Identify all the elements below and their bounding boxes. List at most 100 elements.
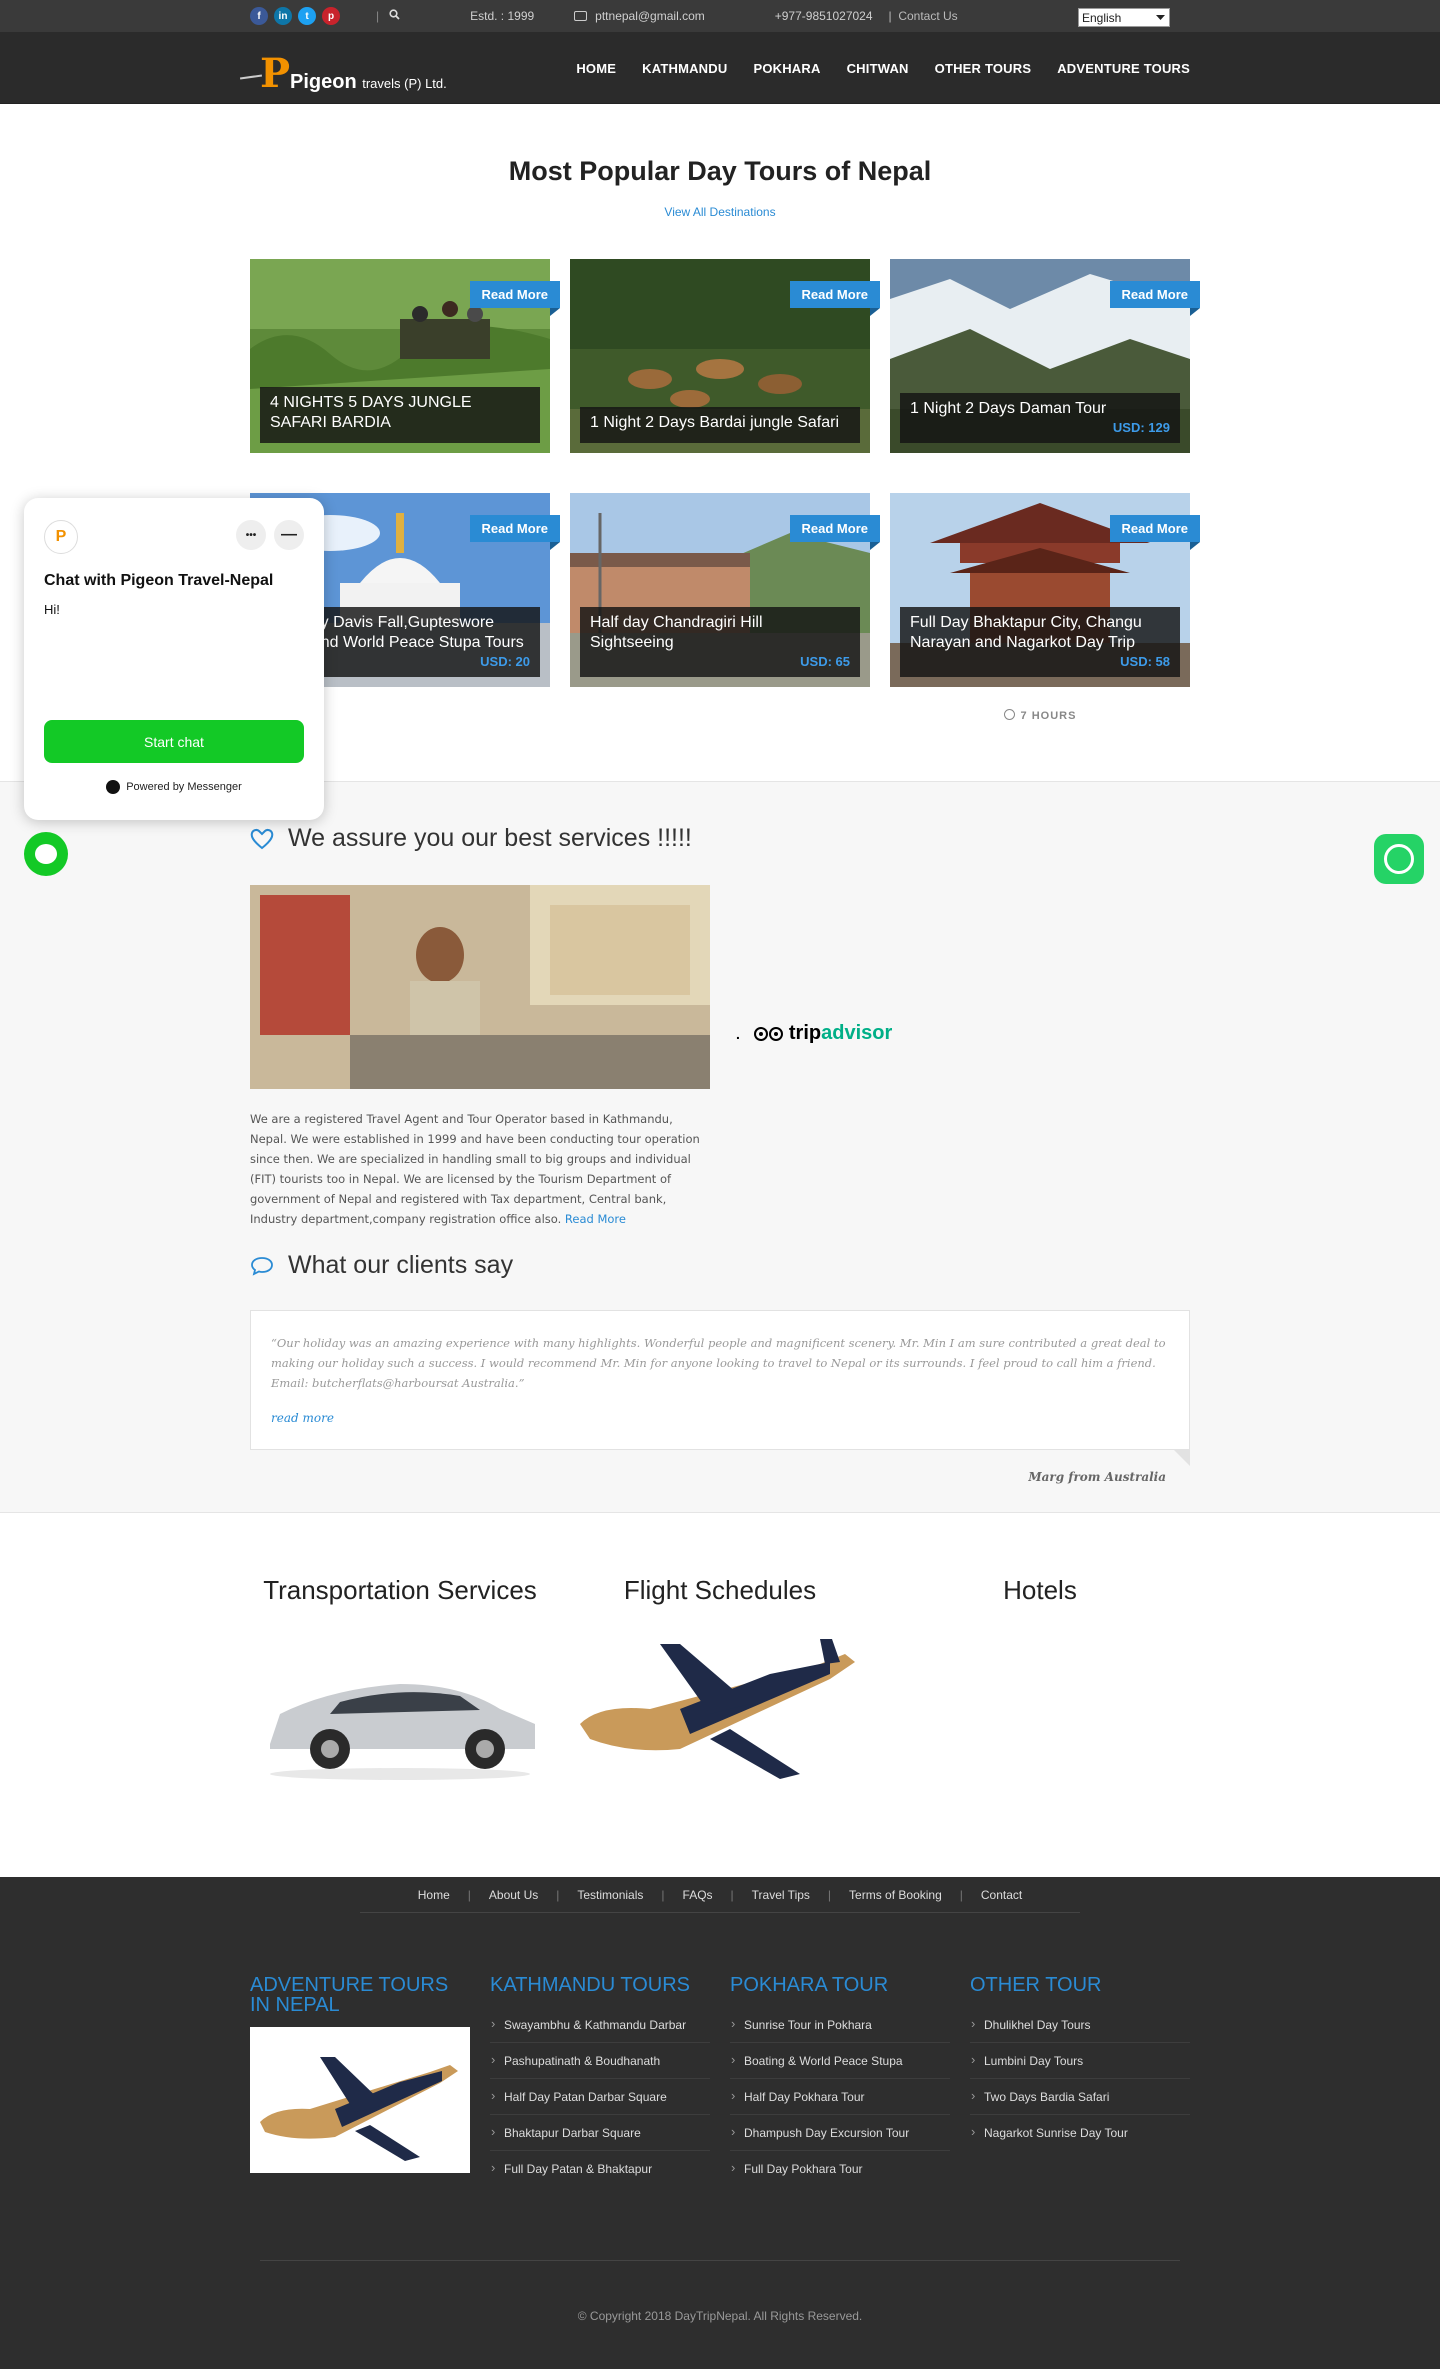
footer-link-travel-tips[interactable]: Travel Tips (734, 1888, 828, 1902)
nav-chitwan[interactable]: CHITWAN (847, 61, 909, 76)
chat-minimize-button[interactable]: — (274, 520, 304, 550)
footer-link-testimonials[interactable]: Testimonials (559, 1888, 661, 1902)
chat-avatar: P (44, 520, 78, 554)
footer-bottom-divider (260, 2260, 1180, 2261)
tripadvisor-logo[interactable]: . tripadvisor (736, 838, 892, 1229)
about-text: We are a registered Travel Agent and Tou… (250, 1112, 700, 1226)
tour-card[interactable]: Read More Full Day Bhaktapur City, Chang… (890, 493, 1201, 687)
read-more-button[interactable]: Read More (1109, 515, 1201, 550)
footer-list-item[interactable]: Lumbini Day Tours (970, 2043, 1190, 2079)
tour-caption: 1 Night 2 Days Bardai jungle Safari (580, 407, 860, 443)
social-links: f in t p (250, 7, 340, 25)
footer-list-item[interactable]: Full Day Patan & Bhaktapur (490, 2151, 710, 2186)
service-transportation[interactable]: Transportation Services (250, 1575, 550, 1784)
footer-link-terms[interactable]: Terms of Booking (831, 1888, 960, 1902)
chat-title: Chat with Pigeon Travel-Nepal (44, 572, 274, 589)
footer-links: Home | About Us | Testimonials | FAQs | Trav… (0, 1877, 1440, 1902)
footer-col-kathmandu: KATHMANDU TOURS Swayambhu & Kathmandu Da… (490, 1975, 710, 2186)
tour-card[interactable]: Read More 1 Night 2 Days Bardai jungle S… (570, 259, 881, 453)
footer-list-item[interactable]: Two Days Bardia Safari (970, 2079, 1190, 2115)
testimonial-author: Marg from Australia (1028, 1470, 1166, 1484)
car-image (250, 1634, 550, 1784)
footer-divider (360, 1912, 1080, 1913)
language-select[interactable]: English (1078, 8, 1170, 27)
chevron-down-icon (1156, 14, 1165, 20)
footer-list-item[interactable]: Half Day Patan Darbar Square (490, 2079, 710, 2115)
facebook-icon[interactable]: f (250, 7, 268, 25)
start-chat-button[interactable]: Start chat (44, 720, 304, 763)
testimonial-read-more-link[interactable]: read more (271, 1411, 1169, 1425)
tour-duration: 7 HOURS (890, 709, 1190, 727)
footer-col-other: OTHER TOUR Dhulikhel Day Tours Lumbini D… (970, 1975, 1190, 2186)
footer-col-title: OTHER TOUR (970, 1974, 1102, 1996)
read-more-button[interactable]: Read More (789, 281, 881, 316)
top-separator: | (376, 9, 380, 23)
established-text: Estd. : 1999 (470, 9, 535, 23)
twitter-icon[interactable]: t (298, 7, 316, 25)
messenger-fab-button[interactable] (24, 832, 68, 876)
messenger-bubble-icon (35, 844, 57, 864)
service-title: Hotels (1003, 1575, 1077, 1605)
footer-list-item[interactable]: Sunrise Tour in Pokhara (730, 2007, 950, 2043)
nav-kathmandu[interactable]: KATHMANDU (642, 61, 727, 76)
whatsapp-icon (1384, 844, 1414, 874)
footer-list-item[interactable]: Nagarkot Sunrise Day Tour (970, 2115, 1190, 2150)
footer-list-item[interactable]: Bhaktapur Darbar Square (490, 2115, 710, 2151)
tour-caption: 1 Night 2 Days Daman Tour USD: 129 (900, 393, 1180, 443)
view-all-destinations-link[interactable]: View All Destinations (0, 205, 1440, 219)
read-more-button[interactable]: Read More (469, 515, 561, 550)
footer-list-item[interactable]: Half Day Pokhara Tour (730, 2079, 950, 2115)
whatsapp-button[interactable] (1374, 834, 1424, 884)
tour-card[interactable]: Read More Half day Chandragiri Hill Sigh… (570, 493, 881, 687)
copyright-text: © Copyright 2018 DayTripNepal. All Right… (577, 2309, 863, 2323)
nav-pokhara[interactable]: POKHARA (753, 61, 820, 76)
tripadvisor-owl-icon (753, 1026, 783, 1041)
read-more-button[interactable]: Read More (789, 515, 881, 550)
read-more-button[interactable]: Read More (1109, 281, 1201, 316)
footer-list-item[interactable]: Swayambhu & Kathmandu Darbar (490, 2007, 710, 2043)
service-hotels[interactable]: Hotels (890, 1575, 1190, 1784)
footer-col-pokhara: POKHARA TOUR Sunrise Tour in Pokhara Boa… (730, 1975, 950, 2186)
logo[interactable]: P Pigeon travels (P) Ltd. (239, 38, 460, 98)
search-icon[interactable] (389, 9, 400, 23)
footer-airplane-image[interactable] (250, 2027, 470, 2173)
services-row: Transportation Services Flight Schedules… (250, 1575, 1190, 1784)
tour-card[interactable]: Read More 1 Night 2 Days Daman Tour USD: … (890, 259, 1201, 453)
pinterest-icon[interactable]: p (322, 7, 340, 25)
testimonial-box: “Our holiday was an amazing experience w… (250, 1310, 1190, 1466)
language-value: English (1082, 10, 1122, 25)
footer-list-item[interactable]: Dhampush Day Excursion Tour (730, 2115, 950, 2151)
tour-card[interactable]: Read More 4 NIGHTS 5 DAYS JUNGLE SAFARI … (250, 259, 561, 453)
main-nav: HOME KATHMANDU POKHARA CHITWAN OTHER TOU… (576, 61, 1190, 76)
nav-other-tours[interactable]: OTHER TOURS (935, 61, 1032, 76)
chat-more-button[interactable]: ••• (236, 520, 266, 550)
email-link[interactable]: pttnepal@gmail.com (574, 9, 705, 23)
pigeon-logo-icon: P (239, 50, 292, 98)
read-more-button[interactable]: Read More (469, 281, 561, 316)
office-photo (250, 885, 710, 1089)
tour-caption: 4 NIGHTS 5 DAYS JUNGLE SAFARI BARDIA (260, 387, 540, 443)
footer-link-home[interactable]: Home (400, 1888, 468, 1902)
footer-col-adventure: ADVENTURE TOURS IN NEPAL (250, 1975, 470, 2186)
nav-home[interactable]: HOME (576, 61, 616, 76)
about-read-more-link[interactable]: Read More (565, 1212, 626, 1226)
contact-link[interactable]: | Contact Us (889, 9, 958, 23)
footer-link-contact[interactable]: Contact (963, 1888, 1040, 1902)
site-footer: Home | About Us | Testimonials | FAQs | Trav… (0, 1877, 1440, 2369)
linkedin-icon[interactable]: in (274, 7, 292, 25)
service-flight[interactable]: Flight Schedules (570, 1575, 870, 1784)
tours-grid: Read More 4 NIGHTS 5 DAYS JUNGLE SAFARI … (250, 259, 1201, 727)
assure-heading: We assure you our best services !!!!! (250, 824, 710, 853)
site-header: P Pigeon travels (P) Ltd. HOME KATHMANDU… (0, 32, 1440, 104)
footer-link-about[interactable]: About Us (471, 1888, 556, 1902)
tour-caption: Half day Chandragiri Hill Sightseeing USD… (580, 607, 860, 677)
clock-icon (1003, 709, 1015, 720)
nav-adventure-tours[interactable]: ADVENTURE TOURS (1057, 61, 1190, 76)
assure-section: We assure you our best services !!!!! We… (0, 781, 1440, 1513)
footer-list-item[interactable]: Boating & World Peace Stupa (730, 2043, 950, 2079)
footer-list-item[interactable]: Pashupatinath & Boudhanath (490, 2043, 710, 2079)
footer-link-faqs[interactable]: FAQs (665, 1888, 731, 1902)
mail-icon (574, 11, 588, 21)
footer-list-item[interactable]: Dhulikhel Day Tours (970, 2007, 1190, 2043)
footer-list-item[interactable]: Full Day Pokhara Tour (730, 2151, 950, 2186)
